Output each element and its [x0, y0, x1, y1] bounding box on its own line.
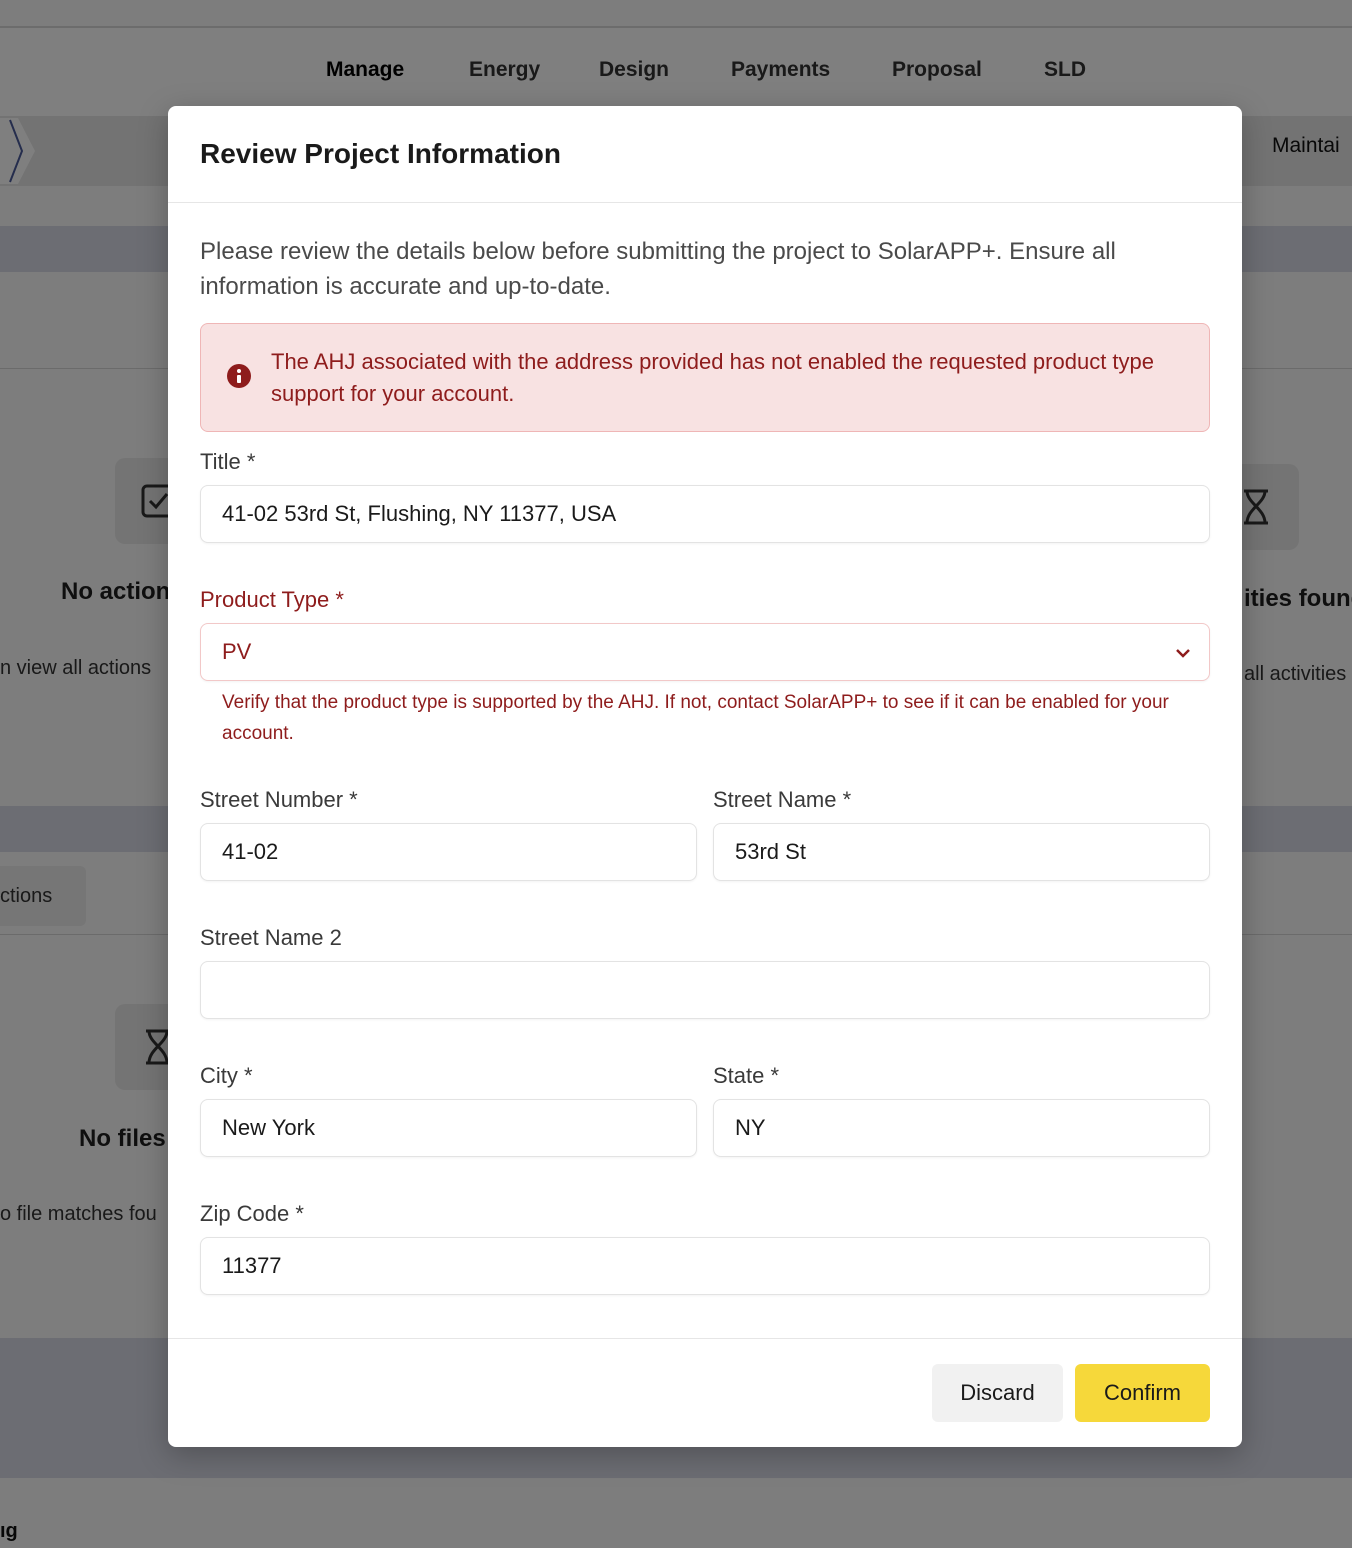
- state-label: State *: [713, 1063, 780, 1088]
- modal-header: Review Project Information: [168, 106, 1242, 203]
- discard-button[interactable]: Discard: [932, 1364, 1063, 1422]
- modal-footer: Discard Confirm: [168, 1338, 1242, 1447]
- city-label: City *: [200, 1063, 253, 1088]
- street-name-input[interactable]: 53rd St: [713, 823, 1210, 881]
- street-name-value: 53rd St: [735, 839, 806, 864]
- state-value: NY: [735, 1115, 766, 1140]
- zip-code-input[interactable]: 11377: [200, 1237, 1210, 1295]
- zip-code-value: 11377: [222, 1253, 282, 1278]
- review-project-modal: Review Project Information Please review…: [168, 106, 1242, 1447]
- title-input[interactable]: 41-02 53rd St, Flushing, NY 11377, USA: [200, 485, 1210, 543]
- street-name-label: Street Name *: [713, 787, 852, 812]
- modal-intro-text: Please review the details below before s…: [200, 238, 1116, 300]
- info-circle-icon: [227, 364, 251, 388]
- street-number-input[interactable]: 41-02: [200, 823, 697, 881]
- city-value: New York: [222, 1115, 315, 1140]
- error-alert: The AHJ associated with the address prov…: [200, 323, 1210, 432]
- street-name-2-input[interactable]: [200, 961, 1210, 1019]
- product-type-label: Product Type *: [200, 587, 344, 612]
- title-input-value: 41-02 53rd St, Flushing, NY 11377, USA: [222, 501, 617, 526]
- modal-title: Review Project Information: [200, 138, 561, 169]
- zip-code-label: Zip Code *: [200, 1201, 304, 1226]
- chevron-down-icon: [1176, 649, 1190, 658]
- city-input[interactable]: New York: [200, 1099, 697, 1157]
- product-type-helper-text: Verify that the product type is supporte…: [222, 692, 1169, 744]
- state-input[interactable]: NY: [713, 1099, 1210, 1157]
- street-number-value: 41-02: [222, 839, 279, 864]
- street-number-label: Street Number *: [200, 787, 358, 812]
- confirm-button[interactable]: Confirm: [1075, 1364, 1210, 1422]
- product-type-select[interactable]: PV: [200, 623, 1210, 681]
- error-alert-text: The AHJ associated with the address prov…: [271, 349, 1155, 406]
- product-type-value: PV: [222, 639, 252, 664]
- title-label: Title *: [200, 449, 256, 474]
- street-name-2-label: Street Name 2: [200, 925, 342, 950]
